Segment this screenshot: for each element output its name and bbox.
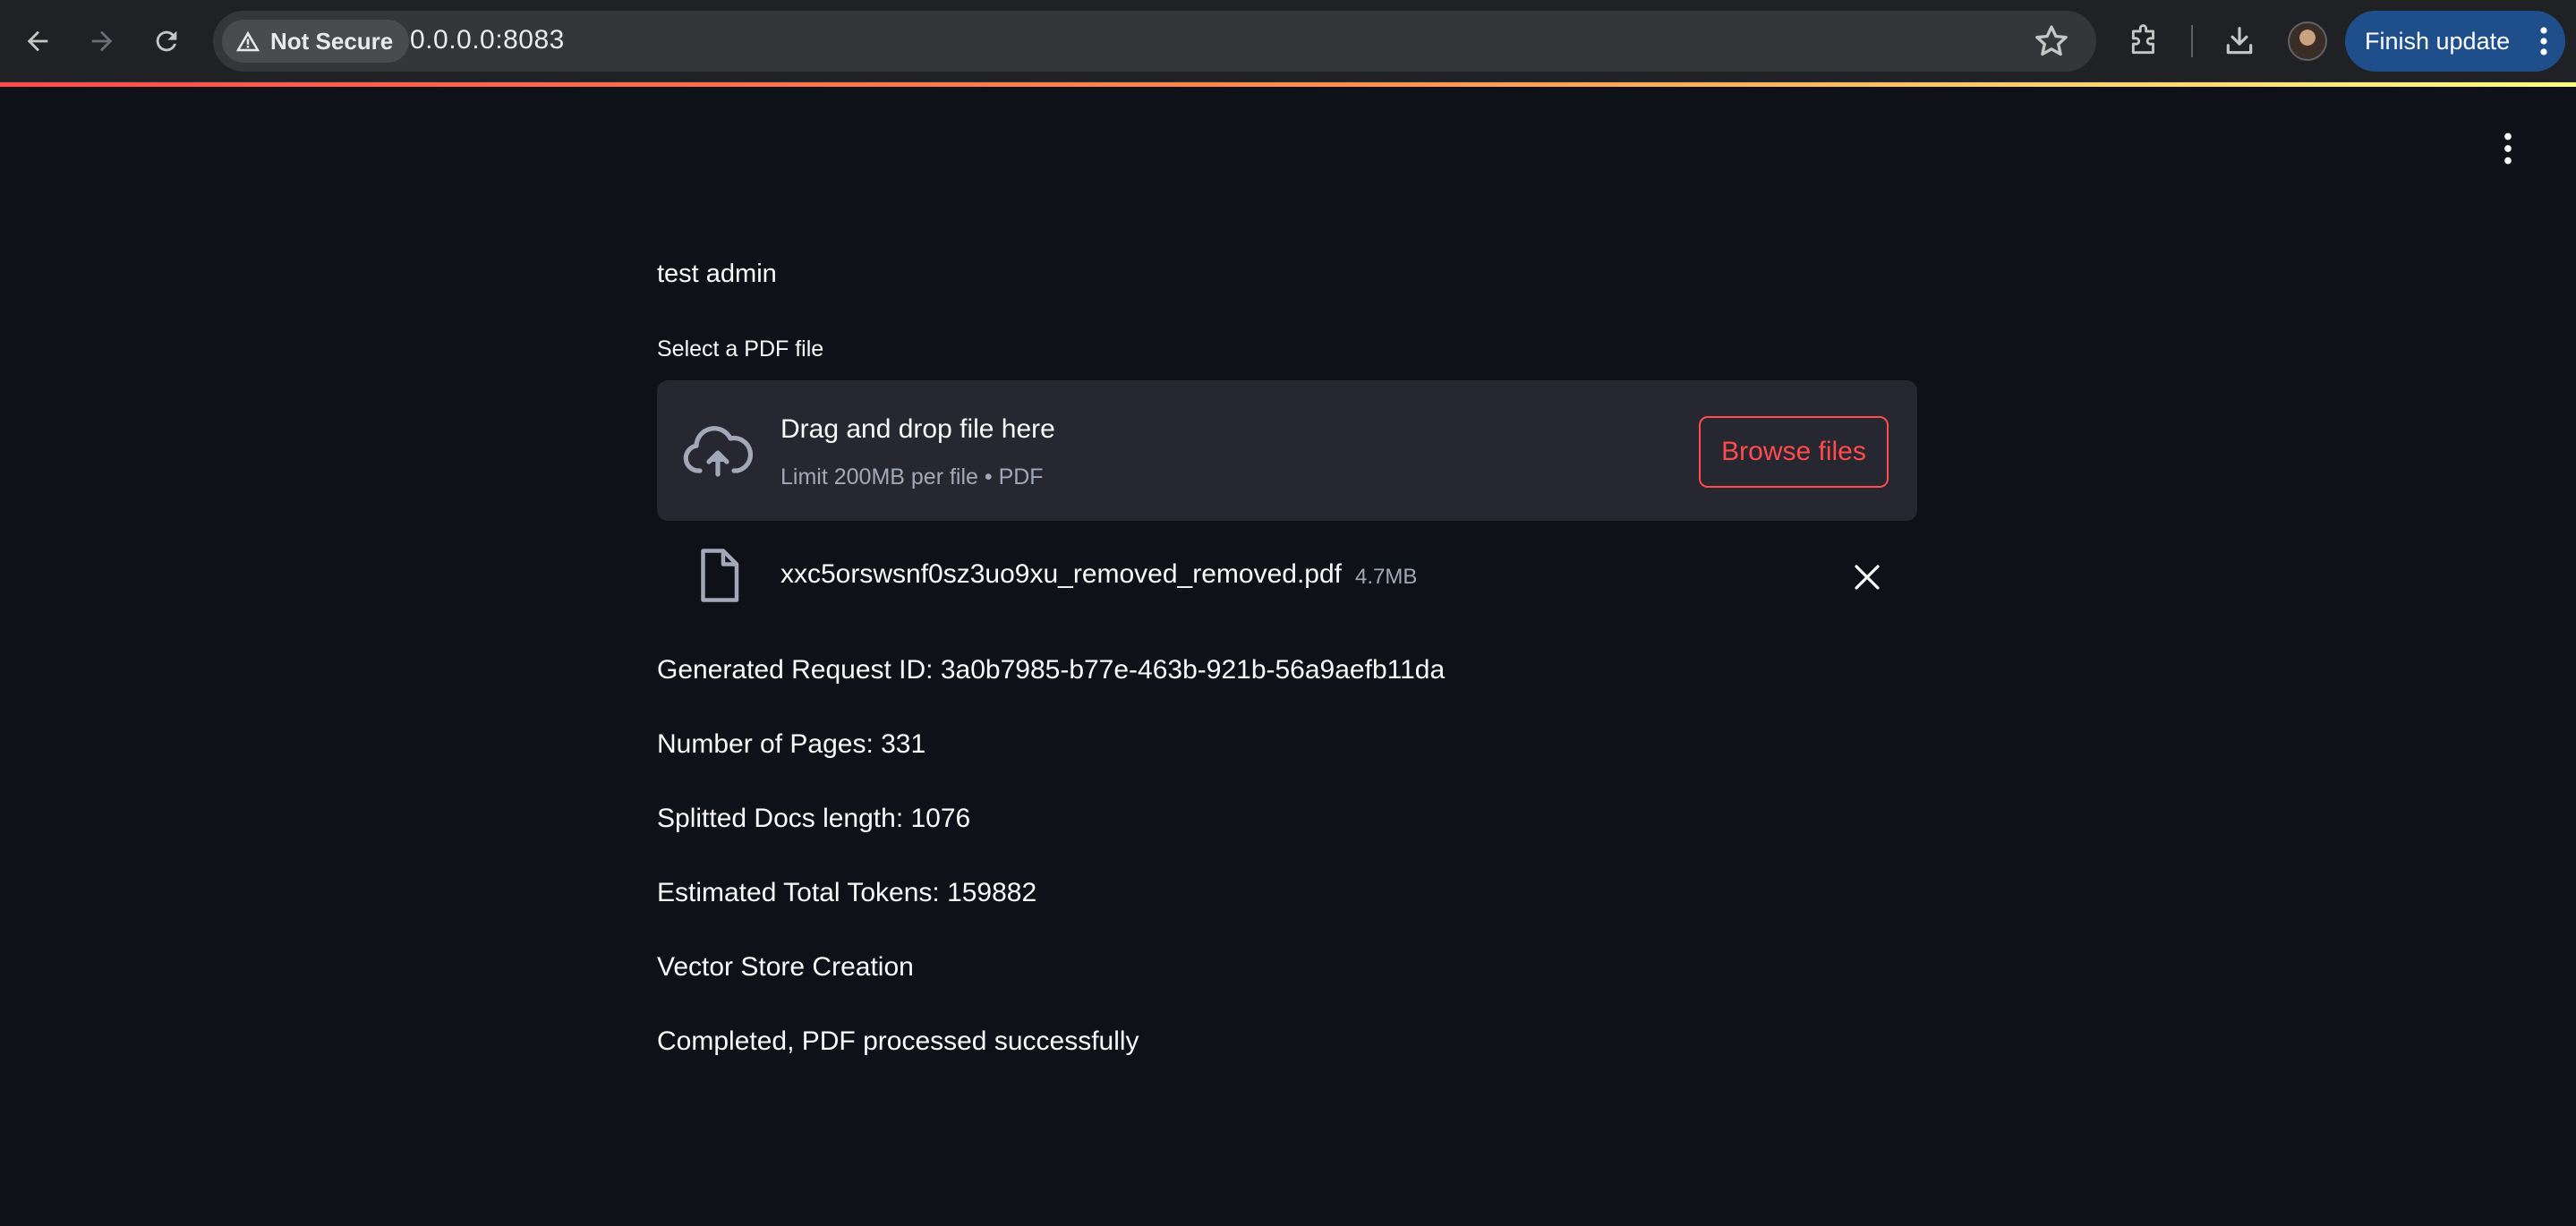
dropzone-title: Drag and drop file here	[780, 414, 1055, 444]
star-icon[interactable]	[2034, 23, 2069, 59]
split-docs-text: Splitted Docs length: 1076	[657, 804, 971, 833]
warning-triangle-icon	[235, 30, 260, 52]
app-main-menu-button[interactable]	[2490, 131, 2526, 166]
forward-arrow-icon	[91, 30, 113, 52]
browser-toolbar: Not Secure 0.0.0.0:8083 Finish update	[0, 0, 2576, 82]
uploaded-file-name: xxc5orswsnf0sz3uo9xu_removed_removed.pdf	[780, 559, 1342, 589]
forward-button[interactable]	[81, 20, 124, 63]
security-indicator[interactable]: Not Secure	[222, 20, 410, 63]
uploader-label: Select a PDF file	[657, 336, 824, 362]
security-label: Not Secure	[270, 27, 394, 55]
finish-update-label: Finish update	[2365, 27, 2511, 55]
download-icon	[2226, 27, 2253, 55]
reload-icon	[156, 30, 177, 52]
file-dropzone[interactable]: Drag and drop file here Limit 200MB per …	[657, 380, 1917, 521]
address-bar[interactable]: Not Secure 0.0.0.0:8083	[213, 11, 2096, 72]
finish-update-button[interactable]: Finish update	[2345, 11, 2565, 72]
cloud-upload-icon	[683, 426, 754, 477]
reload-button[interactable]	[145, 20, 188, 63]
url-text[interactable]: 0.0.0.0:8083	[410, 25, 565, 55]
vector-store-text: Vector Store Creation	[657, 952, 914, 982]
uploaded-file-size: 4.7MB	[1355, 565, 1418, 589]
browse-files-button[interactable]: Browse files	[1699, 416, 1889, 488]
request-id-text: Generated Request ID: 3a0b7985-b77e-463b…	[657, 655, 1446, 685]
dropzone-subtitle: Limit 200MB per file • PDF	[780, 464, 1044, 490]
back-arrow-icon	[27, 30, 48, 52]
downloads-button[interactable]	[2220, 21, 2259, 61]
remove-file-button[interactable]	[1849, 559, 1885, 595]
profile-avatar[interactable]	[2288, 21, 2327, 61]
extensions-button[interactable]	[2125, 21, 2164, 61]
app-decoration-bar	[0, 82, 2576, 87]
token-estimate-text: Estimated Total Tokens: 159882	[657, 878, 1037, 907]
toolbar-divider	[2191, 25, 2193, 57]
user-name: test admin	[657, 260, 777, 288]
completion-status-text: Completed, PDF processed successfully	[657, 1026, 1139, 1056]
vertical-dots-icon	[2504, 132, 2512, 165]
kebab-menu-icon	[2540, 27, 2547, 55]
puzzle-icon	[2131, 24, 2154, 55]
page-count-text: Number of Pages: 331	[657, 729, 926, 759]
file-icon	[701, 549, 739, 602]
back-button[interactable]	[16, 20, 59, 63]
uploaded-file-item: xxc5orswsnf0sz3uo9xu_removed_removed.pdf…	[657, 541, 1917, 613]
close-icon	[1855, 565, 1880, 590]
